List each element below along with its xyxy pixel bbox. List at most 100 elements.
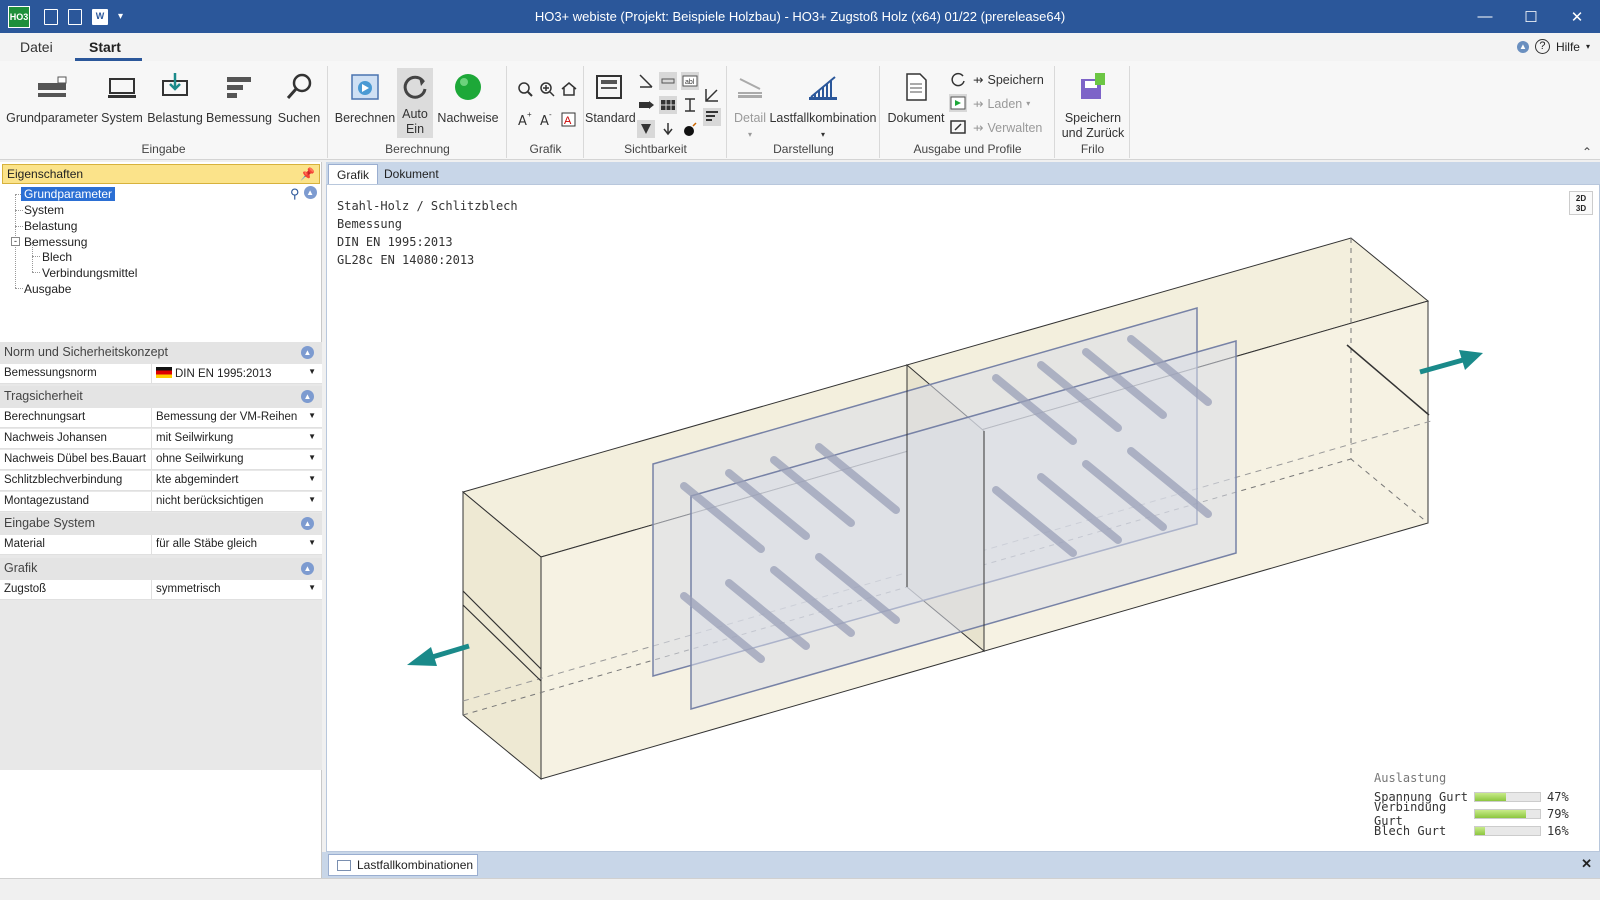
section-collapse-icon[interactable]: ▲ [301,346,314,359]
visibility-dim-icon[interactable] [659,72,677,90]
visibility-grid-icon[interactable] [659,96,677,114]
section-collapse-icon[interactable]: ▲ [301,390,314,403]
new-file-icon[interactable] [44,8,58,25]
tree-item-verbindungsmittel[interactable]: Verbindungsmittel [42,266,137,280]
zoom-in-icon[interactable] [538,80,556,98]
close-button[interactable]: ✕ [1554,0,1600,33]
berechnungsart-select[interactable]: Bemessung der VM-Reihen ▼ [152,408,322,427]
tab-dokument[interactable]: Dokument [376,164,447,184]
dropdown-arrow-icon: ▼ [308,474,316,483]
home-icon[interactable] [560,80,578,98]
dokument-button[interactable]: Dokument [885,71,947,126]
visibility-screw-icon[interactable] [637,120,655,138]
tab-start[interactable]: Start [89,39,121,55]
svg-text:A: A [540,114,549,128]
montagezustand-select[interactable]: nicht berücksichtigen ▼ [152,492,322,511]
graphics-canvas[interactable]: Stahl-Holz / Schlitzblech Bemessung DIN … [326,184,1600,852]
verwalten-profile-button[interactable]: ⇸ Verwalten [973,120,1042,136]
qat-dropdown-icon[interactable]: ▾ [118,9,128,25]
schlitzblech-select[interactable]: kte abgemindert ▼ [152,471,322,490]
search-icon [286,73,312,99]
export-icon[interactable] [949,118,967,136]
maximize-button[interactable]: ☐ [1508,0,1554,33]
zugstoss-select[interactable]: symmetrisch ▼ [152,580,322,599]
save-icon[interactable] [68,8,82,25]
visibility-text-icon[interactable] [703,108,721,126]
system-button[interactable]: System [100,71,144,126]
bemessung-button[interactable]: Bemessung [206,71,272,126]
tree-item-system[interactable]: System [24,203,64,217]
tree-item-bemessung[interactable]: Bemessung [24,235,87,249]
section-norm[interactable]: Norm und Sicherheitskonzept ▲ [0,342,322,364]
tab-datei[interactable]: Datei [20,39,53,55]
svg-text:abl: abl [685,79,695,86]
font-increase-icon[interactable]: A + [516,110,534,128]
visibility-arrow-icon[interactable] [637,96,655,114]
suchen-button[interactable]: Suchen [276,71,322,126]
pin-icon[interactable]: 📌 [300,167,315,181]
svg-text:A: A [564,115,572,127]
help-icon[interactable]: ? [1534,39,1550,54]
document-icon [906,73,927,101]
svg-text:+: + [527,110,532,119]
navigation-tree: - Grundparameter System Belastung Bemess… [0,186,322,356]
word-icon[interactable]: W [92,8,108,25]
section-eingabe-system[interactable]: Eingabe System ▲ [0,513,322,535]
grundparameter-button[interactable]: Grundparameter [6,71,98,126]
laden-profile-button[interactable]: ⇸ Laden ▾ [973,96,1030,112]
collapse-ribbon-icon[interactable]: ▲ [1516,40,1529,53]
utilization-bar [1474,825,1541,836]
visibility-axis-icon[interactable] [703,86,721,104]
tree-item-belastung[interactable]: Belastung [24,219,77,233]
detail-button[interactable]: Detail ▾ [730,71,770,142]
section-grafik[interactable]: Grafik ▲ [0,558,322,580]
font-decrease-icon[interactable]: A- [538,110,556,128]
berechnen-button[interactable]: Berechnen [333,71,397,126]
group-label-frilo: Frilo [1080,142,1105,156]
section-tragsicherheit[interactable]: Tragsicherheit ▲ [0,386,322,408]
bemessungsnorm-select[interactable]: DIN EN 1995:2013 ▼ [152,364,322,383]
standard-button[interactable]: Standard [585,71,636,126]
visibility-label-icon[interactable]: abl [681,72,699,90]
tab-lastfallkombinationen[interactable]: Lastfallkombinationen [328,854,478,876]
ribbon-collapse-icon[interactable]: ⌃ [1582,145,1592,159]
visibility-bomb-icon[interactable] [681,120,699,138]
section-collapse-icon[interactable]: ▲ [301,562,314,575]
tree-search-icon[interactable]: ⚲ [290,186,300,202]
visibility-load-icon[interactable] [637,72,655,90]
section-collapse-icon[interactable]: ▲ [301,517,314,530]
group-darstellung: Detail ▾ Lastfallkombination ▾ Darstellung [728,66,880,158]
help-dropdown-icon[interactable]: ▾ [1586,42,1590,51]
collapse-bemessung-icon[interactable]: - [11,237,20,246]
tree-item-blech[interactable]: Blech [42,250,72,264]
group-grafik: A + A- A Grafik [508,66,584,158]
material-select[interactable]: für alle Stäbe gleich ▼ [152,535,322,554]
tree-item-grundparameter[interactable]: Grundparameter [21,187,116,201]
help-button[interactable]: Hilfe [1556,40,1580,54]
belastung-button[interactable]: Belastung [146,71,204,126]
auto-ein-toggle[interactable]: Auto Ein [397,68,433,138]
lastfallkombination-button[interactable]: Lastfallkombination ▾ [768,71,878,142]
duebel-select[interactable]: ohne Seilwirkung ▼ [152,450,322,469]
play-icon[interactable] [949,94,967,112]
close-panel-icon[interactable]: ✕ [1581,856,1592,872]
tree-item-ausgabe[interactable]: Ausgabe [24,282,71,296]
tree-collapse-icon[interactable]: ▲ [303,186,317,199]
font-color-icon[interactable]: A [560,110,578,128]
visibility-down-icon[interactable] [659,120,677,138]
zoom-icon[interactable] [516,80,534,98]
speichern-profile-button[interactable]: ⇸ Speichern [973,72,1044,88]
visibility-dimension-icon[interactable] [681,96,699,114]
dropdown-arrow-icon: ▼ [308,538,316,547]
timber-joint-3d-model [407,237,1483,781]
group-eingabe: Grundparameter System Belastung Bemessun… [0,66,328,158]
nachweise-button[interactable]: Nachweise [435,71,501,126]
app-logo[interactable]: HO3 [8,5,30,28]
minimize-button[interactable]: — [1462,0,1508,33]
speichern-und-zurueck-button[interactable]: Speichern und Zurück [1058,71,1128,141]
johansen-select[interactable]: mit Seilwirkung ▼ [152,429,322,448]
row-berechnungsart: Berechnungsart Bemessung der VM-Reihen ▼ [0,408,322,428]
sync-icon[interactable] [949,70,967,88]
dropdown-arrow-icon: ▼ [308,411,316,420]
tab-grafik[interactable]: Grafik [328,164,379,184]
